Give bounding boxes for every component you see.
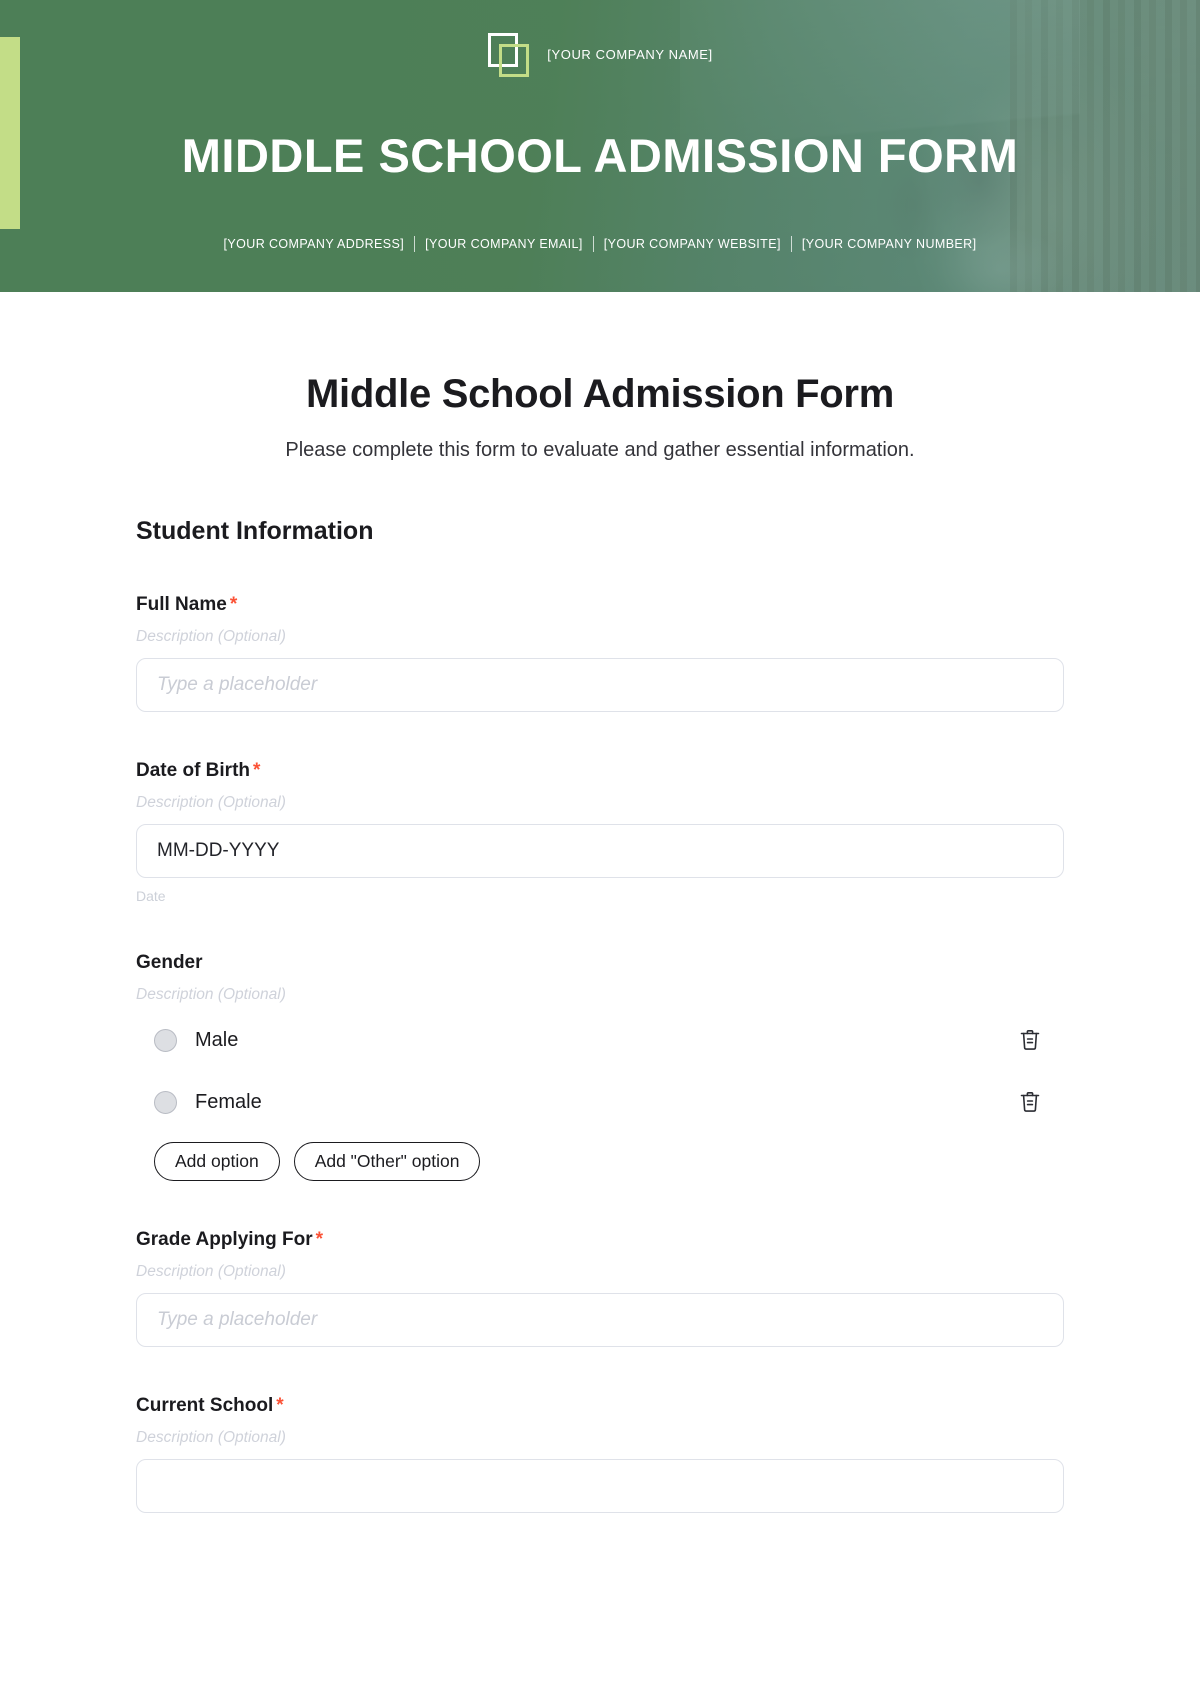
field-gender: Gender Description (Optional) Male Femal… [136, 952, 1064, 1181]
required-asterisk: * [229, 594, 238, 615]
field-description: Description (Optional) [136, 628, 286, 645]
add-other-option-button[interactable]: Add "Other" option [293, 1142, 481, 1181]
label-text: Current School [136, 1395, 274, 1416]
field-description: Description (Optional) [136, 1429, 286, 1446]
required-asterisk: * [276, 1395, 284, 1416]
form-subtitle: Please complete this form to evaluate an… [285, 439, 915, 461]
section-title-student-information: Student Information [136, 517, 374, 545]
contact-address: [YOUR COMPANY ADDRESS] [223, 237, 405, 251]
input-placeholder-text: Type a placeholder [157, 674, 318, 695]
field-label-gender: Gender [136, 952, 1064, 974]
gender-option-actions: Add option Add "Other" option [154, 1142, 1064, 1181]
grade-applying-for-input[interactable]: Type a placeholder [136, 1293, 1064, 1347]
field-helper-text: Date [136, 888, 166, 904]
page-header-banner: [YOUR COMPANY NAME] MIDDLE SCHOOL ADMISS… [0, 0, 1200, 292]
form-page: Middle School Admission Form Please comp… [0, 292, 1200, 1553]
date-of-birth-input[interactable]: MM-DD-YYYY [136, 824, 1064, 878]
radio-button-female[interactable] [154, 1090, 177, 1114]
brand-row: [YOUR COMPANY NAME] [0, 31, 1200, 77]
field-label-full-name: Full Name * [136, 594, 1064, 616]
current-school-input[interactable] [136, 1459, 1064, 1513]
full-name-input[interactable]: Type a placeholder [136, 658, 1064, 712]
option-label-male: Male [195, 1028, 239, 1051]
field-full-name: Full Name * Description (Optional) Type a… [136, 594, 1064, 712]
required-asterisk: * [253, 760, 261, 781]
field-description: Description (Optional) [136, 986, 286, 1003]
option-row-female[interactable]: Female [136, 1080, 1064, 1124]
required-asterisk: * [315, 1229, 324, 1250]
input-placeholder-text: Type a placeholder [157, 1309, 318, 1330]
field-description: Description (Optional) [136, 794, 286, 811]
field-label-current-school: Current School * [136, 1395, 1064, 1417]
contact-email: [YOUR COMPANY EMAIL] [425, 237, 583, 251]
label-text: Gender [136, 952, 203, 973]
label-text: Grade Applying For [136, 1229, 313, 1250]
trash-icon[interactable] [1017, 1027, 1043, 1053]
company-name-label: [YOUR COMPANY NAME] [547, 46, 713, 62]
field-label-date-of-birth: Date of Birth * [136, 760, 1064, 782]
form-container: Middle School Admission Form Please comp… [136, 292, 1064, 1513]
field-date-of-birth: Date of Birth * Description (Optional) MM… [136, 760, 1064, 904]
overlapping-squares-logo-icon [487, 31, 533, 77]
gender-options-list: Male Female [136, 1018, 1064, 1124]
option-label-female: Female [195, 1090, 262, 1113]
radio-button-male[interactable] [154, 1028, 177, 1052]
input-value-text: MM-DD-YYYY [157, 840, 280, 861]
contact-number: [YOUR COMPANY NUMBER] [801, 237, 977, 251]
option-row-male[interactable]: Male [136, 1018, 1064, 1062]
field-grade-applying-for: Grade Applying For * Description (Optiona… [136, 1229, 1064, 1347]
field-label-grade-applying-for: Grade Applying For * [136, 1229, 1064, 1251]
field-current-school: Current School * Description (Optional) [136, 1395, 1064, 1513]
add-option-button[interactable]: Add option [154, 1142, 280, 1181]
contact-website: [YOUR COMPANY WEBSITE] [603, 237, 781, 251]
form-title: Middle School Admission Form [306, 372, 894, 416]
label-text: Date of Birth [136, 760, 250, 781]
banner-title: MIDDLE SCHOOL ADMISSION FORM [181, 129, 1019, 182]
label-text: Full Name [136, 594, 227, 615]
field-description: Description (Optional) [136, 1263, 286, 1280]
banner-contact-list: [YOUR COMPANY ADDRESS] [YOUR COMPANY EMA… [0, 236, 1200, 252]
trash-icon[interactable] [1017, 1089, 1043, 1115]
